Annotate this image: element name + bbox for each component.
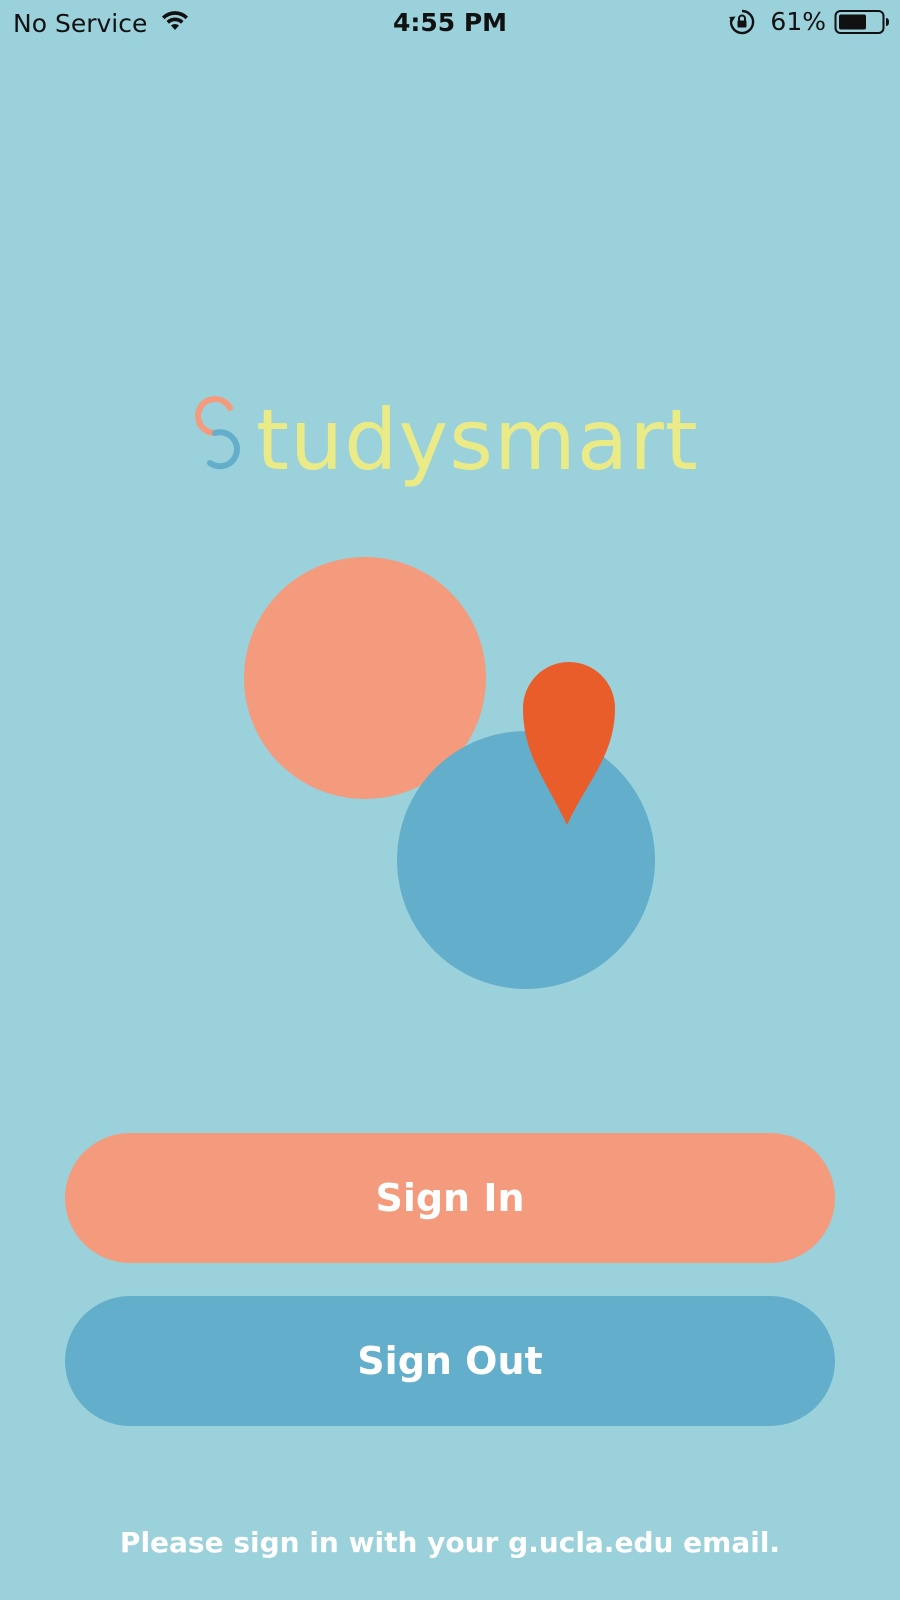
status-bar-right: 61%	[728, 7, 890, 36]
clock-time: 4:55 PM	[392, 8, 508, 37]
sign-in-button[interactable]: Sign In	[65, 1133, 835, 1263]
battery-icon	[834, 9, 890, 35]
blue-circle	[397, 731, 655, 989]
sign-in-hint: Please sign in with your g.ucla.edu emai…	[119, 1526, 781, 1559]
status-bar: No Service 4:55 PM 61%	[0, 0, 900, 46]
logo-s-icon	[195, 396, 240, 470]
hero-illustration	[240, 550, 660, 990]
studysmart-logo: tudysmart	[190, 380, 710, 510]
rotation-lock-icon	[728, 8, 756, 36]
logo-wordmark: tudysmart	[256, 391, 699, 489]
sign-out-button[interactable]: Sign Out	[65, 1296, 835, 1426]
battery-percentage: 61%	[770, 7, 826, 36]
